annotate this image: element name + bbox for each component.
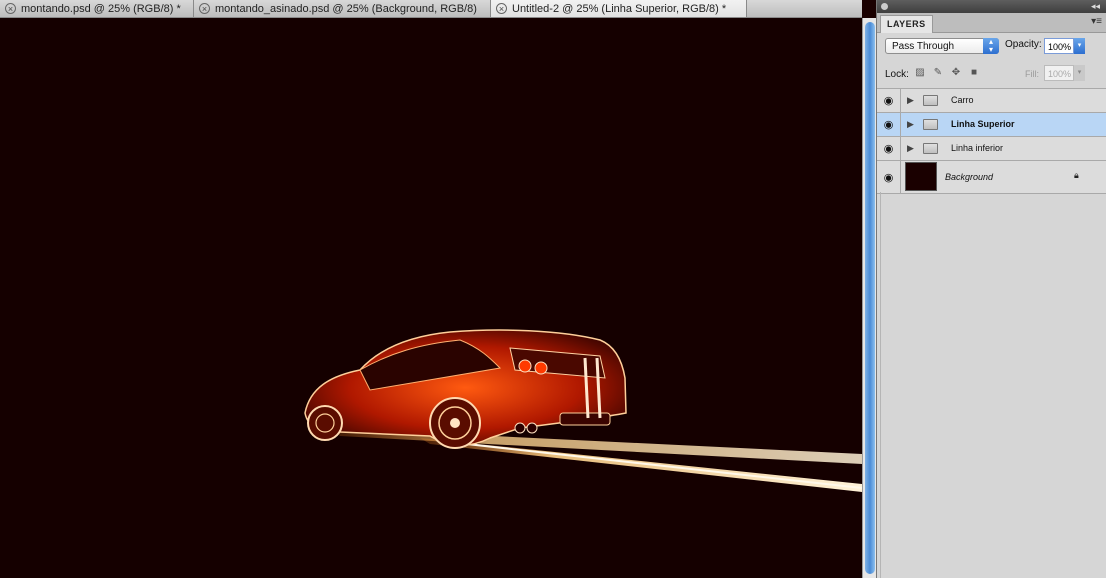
lock-transparent-pixels-icon[interactable]: ▨ xyxy=(914,67,926,79)
blend-row: Pass Through ▴ ▾ Opacity: 100% ▾ xyxy=(877,33,1106,59)
layer-name: Linha inferior xyxy=(951,143,1004,153)
lock-label: Lock: xyxy=(885,69,909,80)
lock-image-pixels-icon[interactable]: ✎ xyxy=(932,67,944,79)
layer-name: Linha Superior xyxy=(951,119,1015,129)
close-tab-icon[interactable]: × xyxy=(199,3,210,14)
fill-label: Fill: xyxy=(1025,69,1039,79)
light-trails xyxy=(330,428,862,492)
panel-close-icon[interactable] xyxy=(881,3,888,10)
blend-mode-select[interactable]: Pass Through ▴ ▾ xyxy=(885,38,999,54)
artwork xyxy=(304,329,862,492)
panel-menu-icon[interactable]: ▾≡ xyxy=(1091,16,1102,27)
opacity-label: Opacity: xyxy=(1005,39,1042,50)
fill-dropdown-button[interactable]: ▾ xyxy=(1074,65,1085,81)
tab-label: Untitled-2 @ 25% (Linha Superior, RGB/8)… xyxy=(512,2,727,15)
fill-field[interactable]: 100% xyxy=(1044,65,1074,81)
eye-icon[interactable]: ◉ xyxy=(877,161,901,193)
expand-triangle-icon[interactable]: ▶ xyxy=(907,143,914,154)
eye-icon[interactable]: ◉ xyxy=(877,137,901,160)
document-tab-untitled-2[interactable]: × Untitled-2 @ 25% (Linha Superior, RGB/… xyxy=(491,0,747,17)
lock-all-icon[interactable]: ■ xyxy=(968,67,980,79)
document-tab-montando[interactable]: × montando.psd @ 25% (RGB/8) * xyxy=(0,0,194,17)
folder-icon xyxy=(923,143,938,154)
expand-triangle-icon[interactable]: ▶ xyxy=(907,119,914,130)
panel-divider xyxy=(880,192,881,578)
lock-row: Lock: ▨ ✎ ✥ ■ Fill: 100% ▾ xyxy=(877,60,1106,89)
folder-icon xyxy=(923,119,938,130)
close-tab-icon[interactable]: × xyxy=(496,3,507,14)
padlock-icon: 🔒︎ xyxy=(1074,170,1079,180)
collapse-panel-icon[interactable]: ◂◂ xyxy=(1091,0,1100,13)
layer-list: ◉ ▶ Carro ◉ ▶ Linha Superior ◉ ▶ Linha i… xyxy=(877,89,1106,194)
document-tab-montando-asinado[interactable]: × montando_asinado.psd @ 25% (Background… xyxy=(194,0,491,17)
opacity-dropdown-button[interactable]: ▾ xyxy=(1074,38,1085,54)
lock-position-icon[interactable]: ✥ xyxy=(950,67,962,79)
document-tab-bar: × montando.psd @ 25% (RGB/8) * × montand… xyxy=(0,0,862,18)
layer-row-carro[interactable]: ◉ ▶ Carro xyxy=(877,89,1106,113)
tab-layers[interactable]: LAYERS xyxy=(880,15,933,33)
tab-label: montando.psd @ 25% (RGB/8) * xyxy=(21,2,181,15)
layer-row-background[interactable]: ◉ Background 🔒︎ xyxy=(877,161,1106,194)
layer-name: Carro xyxy=(951,95,974,105)
expand-triangle-icon[interactable]: ▶ xyxy=(907,95,914,106)
layer-row-linha-superior[interactable]: ◉ ▶ Linha Superior xyxy=(877,113,1106,137)
tab-label: montando_asinado.psd @ 25% (Background, … xyxy=(215,2,477,15)
document-canvas[interactable] xyxy=(0,18,862,578)
close-tab-icon[interactable]: × xyxy=(5,3,16,14)
blend-mode-value: Pass Through xyxy=(892,41,955,52)
chevron-updown-icon: ▴ ▾ xyxy=(983,38,999,54)
eye-icon[interactable]: ◉ xyxy=(877,89,901,112)
panel-header: ◂◂ xyxy=(877,0,1106,13)
vertical-scrollbar[interactable] xyxy=(862,18,877,578)
folder-icon xyxy=(923,95,938,106)
opacity-field[interactable]: 100% xyxy=(1044,38,1074,54)
layer-thumbnail xyxy=(905,162,937,191)
car-image xyxy=(304,329,627,449)
layer-name: Background xyxy=(945,172,994,182)
layers-panel: ◂◂ LAYERS ▾≡ Pass Through ▴ ▾ Opacity: 10… xyxy=(876,0,1106,578)
panel-tab-row: LAYERS ▾≡ xyxy=(877,13,1106,33)
layer-row-linha-inferior[interactable]: ◉ ▶ Linha inferior xyxy=(877,137,1106,161)
scrollbar-thumb[interactable] xyxy=(865,22,875,574)
eye-icon[interactable]: ◉ xyxy=(877,113,901,136)
